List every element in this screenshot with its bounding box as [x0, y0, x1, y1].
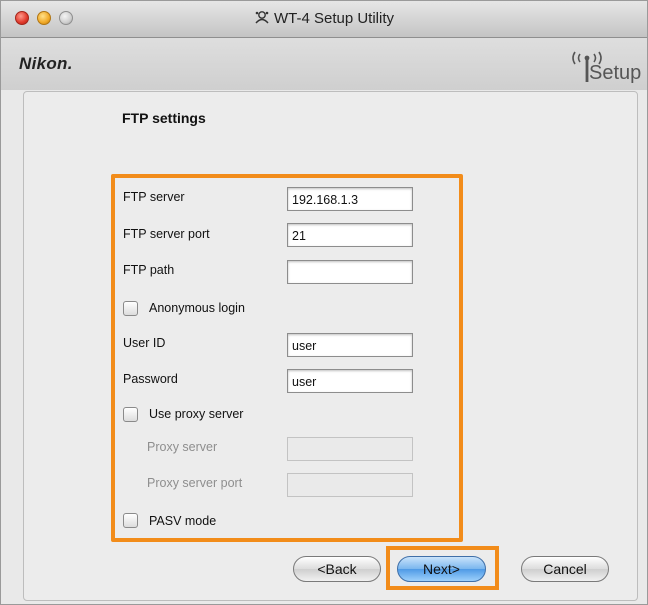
- setup-logo-text: Setup: [589, 62, 642, 84]
- user-id-label: User ID: [123, 336, 166, 350]
- user-id-input[interactable]: user: [287, 333, 413, 357]
- password-input[interactable]: user: [287, 369, 413, 393]
- nikon-logo: Nikon.: [19, 54, 73, 73]
- ftp-server-port-label: FTP server port: [123, 227, 210, 241]
- proxy-server-port-input: [287, 473, 413, 497]
- ftp-path-input[interactable]: [287, 260, 413, 284]
- header-band: Nikon. Setup: [1, 38, 647, 90]
- anonymous-login-label[interactable]: Anonymous login: [149, 301, 245, 315]
- password-label: Password: [123, 372, 178, 386]
- ftp-path-label: FTP path: [123, 263, 175, 277]
- title-bar: WT-4 Setup Utility: [1, 1, 647, 38]
- window-title: WT-4 Setup Utility: [273, 10, 395, 27]
- ftp-server-label: FTP server: [123, 190, 185, 204]
- ftp-server-input[interactable]: 192.168.1.3: [287, 187, 413, 211]
- ftp-server-port-input[interactable]: 21: [287, 223, 413, 247]
- next-button[interactable]: Next>: [397, 556, 486, 582]
- anonymous-login-checkbox[interactable]: [123, 301, 138, 316]
- window-title-area: WT-4 Setup Utility: [1, 10, 647, 27]
- use-proxy-server-label[interactable]: Use proxy server: [149, 407, 243, 421]
- pasv-mode-checkbox[interactable]: [123, 513, 138, 528]
- proxy-server-input: [287, 437, 413, 461]
- pasv-mode-label[interactable]: PASV mode: [149, 514, 216, 528]
- network-icon: [255, 11, 269, 24]
- proxy-server-port-label: Proxy server port: [147, 476, 243, 490]
- use-proxy-server-checkbox[interactable]: [123, 407, 138, 422]
- back-button[interactable]: <Back: [293, 556, 381, 582]
- page-title: FTP settings: [122, 110, 206, 126]
- cancel-button[interactable]: Cancel: [521, 556, 609, 582]
- proxy-server-label: Proxy server: [147, 440, 218, 454]
